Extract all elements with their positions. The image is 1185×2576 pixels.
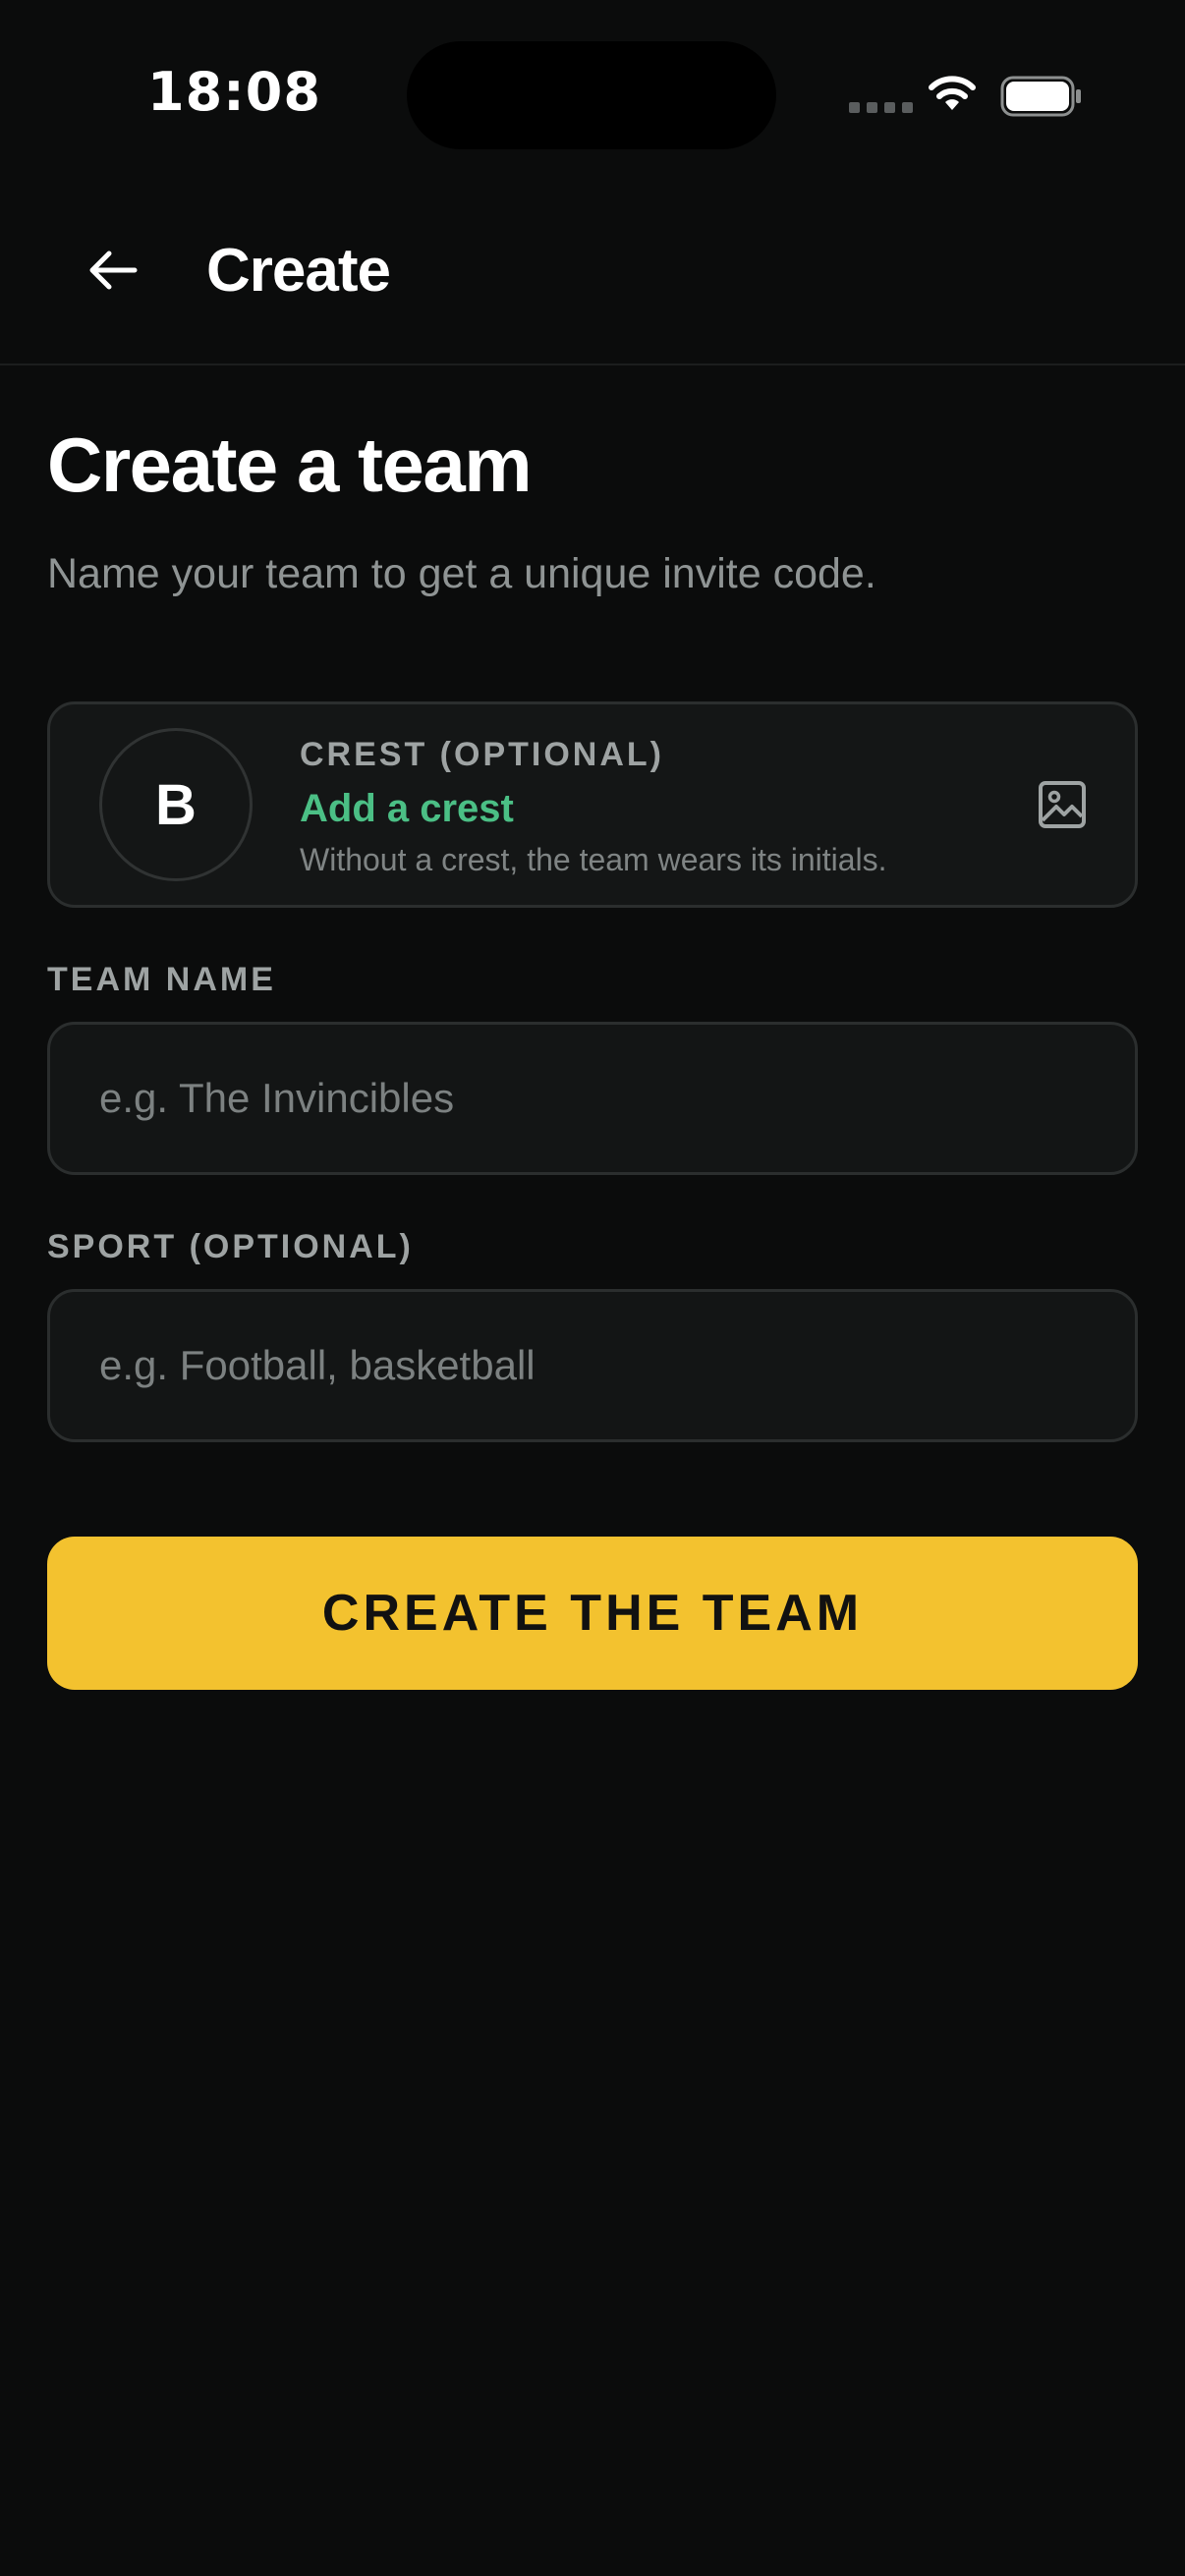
sport-label: SPORT (OPTIONAL) (47, 1228, 414, 1265)
sport-input[interactable] (47, 1289, 1138, 1442)
app-header: Create (0, 187, 1185, 365)
back-button[interactable] (79, 236, 147, 305)
crest-initials-avatar: B (99, 728, 253, 881)
status-time: 18:08 (147, 61, 321, 123)
create-team-button[interactable]: CREATE THE TEAM (47, 1537, 1138, 1690)
add-crest-card[interactable]: B CREST (OPTIONAL) Add a crest Without a… (47, 701, 1138, 908)
battery-icon (1000, 76, 1081, 117)
dynamic-island (407, 41, 776, 149)
arrow-left-icon (89, 251, 138, 290)
signal-icon (849, 102, 913, 113)
crest-hint: Without a crest, the team wears its init… (300, 842, 887, 877)
page-title: Create a team (47, 421, 533, 508)
create-team-screen: 18:08 Create Create a team Name your tea… (0, 0, 1185, 2576)
team-name-input[interactable] (47, 1022, 1138, 1175)
add-crest-link[interactable]: Add a crest (300, 787, 514, 831)
wifi-icon (929, 76, 976, 110)
page-subtitle: Name your team to get a unique invite co… (47, 550, 876, 597)
crest-label: CREST (OPTIONAL) (300, 736, 664, 773)
team-name-label: TEAM NAME (47, 961, 276, 998)
image-icon (1039, 781, 1086, 828)
status-bar: 18:08 (0, 0, 1185, 187)
header-title: Create (206, 237, 391, 305)
